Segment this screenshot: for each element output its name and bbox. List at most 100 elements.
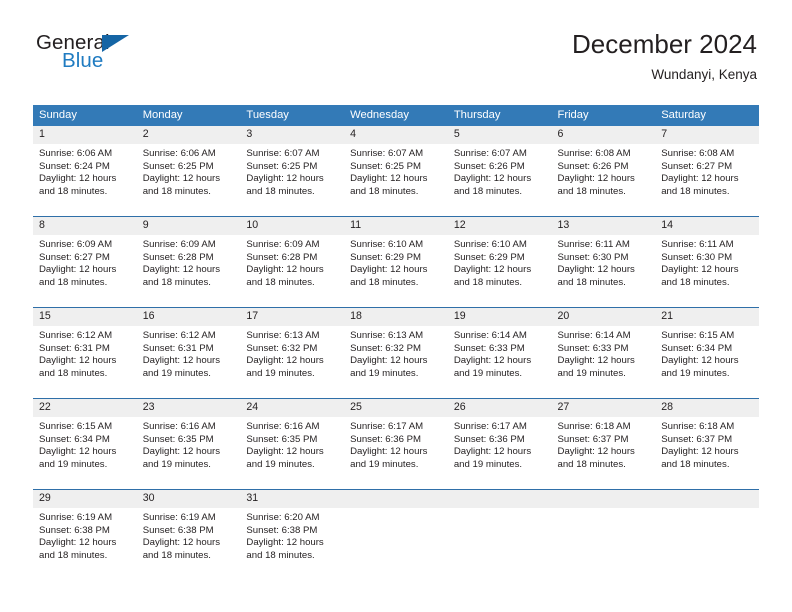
day-cell[interactable]: 26 Sunrise: 6:17 AM Sunset: 6:36 PM Dayl…	[447, 398, 552, 490]
day-cell[interactable]: 5 Sunrise: 6:07 AM Sunset: 6:26 PM Dayli…	[447, 126, 552, 217]
week-row: 22 Sunrise: 6:15 AM Sunset: 6:34 PM Dayl…	[33, 398, 759, 490]
day-cell[interactable]: 25 Sunrise: 6:17 AM Sunset: 6:36 PM Dayl…	[344, 398, 448, 490]
week-row: 8 Sunrise: 6:09 AM Sunset: 6:27 PM Dayli…	[33, 216, 759, 308]
sunrise-text: Sunrise: 6:17 AM	[453, 421, 527, 432]
sunset-text: Sunset: 6:34 PM	[39, 433, 110, 445]
sunset-text: Sunset: 6:38 PM	[246, 524, 318, 536]
day-cell[interactable]: 13 Sunrise: 6:11 AM Sunset: 6:30 PM Dayl…	[551, 216, 656, 308]
calendar-table: Sunday Monday Tuesday Wednesday Thursday…	[33, 105, 759, 580]
day-details: Sunrise: 6:20 AM Sunset: 6:38 PM Dayligh…	[240, 508, 344, 562]
day-details: Sunrise: 6:18 AM Sunset: 6:37 PM Dayligh…	[655, 417, 759, 471]
sunrise-text: Sunrise: 6:10 AM	[350, 239, 424, 250]
day-cell[interactable]: 27 Sunrise: 6:18 AM Sunset: 6:37 PM Dayl…	[551, 398, 656, 490]
day-cell[interactable]: 12 Sunrise: 6:10 AM Sunset: 6:29 PM Dayl…	[447, 216, 552, 308]
weekday-header-saturday: Saturday	[655, 105, 759, 126]
day-cell[interactable]: 22 Sunrise: 6:15 AM Sunset: 6:34 PM Dayl…	[33, 398, 137, 490]
day-cell[interactable]: 10 Sunrise: 6:09 AM Sunset: 6:28 PM Dayl…	[240, 216, 345, 308]
sunrise-text: Sunrise: 6:20 AM	[246, 512, 320, 523]
daylight-text-line1: Daylight: 12 hours	[557, 173, 635, 185]
daylight-text-line2: and 18 minutes.	[39, 276, 108, 288]
day-details: Sunrise: 6:10 AM Sunset: 6:29 PM Dayligh…	[344, 235, 448, 289]
sunset-text: Sunset: 6:25 PM	[142, 160, 214, 172]
daylight-text-line2: and 18 minutes.	[246, 276, 315, 288]
sunrise-text: Sunrise: 6:11 AM	[557, 239, 630, 250]
day-cell[interactable]: 20 Sunrise: 6:14 AM Sunset: 6:33 PM Dayl…	[551, 307, 656, 399]
daylight-text-line2: and 18 minutes.	[246, 185, 315, 197]
daylight-text-line2: and 19 minutes.	[350, 458, 419, 470]
day-number: 17	[240, 308, 345, 326]
brand-logo[interactable]: General Blue	[36, 32, 236, 80]
sunset-text: Sunset: 6:28 PM	[246, 251, 318, 263]
weekday-header-wednesday: Wednesday	[344, 105, 448, 126]
day-cell[interactable]: 17 Sunrise: 6:13 AM Sunset: 6:32 PM Dayl…	[240, 307, 345, 399]
sunset-text: Sunset: 6:35 PM	[246, 433, 318, 445]
day-number: 22	[33, 399, 137, 417]
day-number: 20	[551, 308, 656, 326]
daylight-text-line1: Daylight: 12 hours	[142, 446, 221, 458]
day-cell[interactable]: 7 Sunrise: 6:08 AM Sunset: 6:27 PM Dayli…	[655, 126, 759, 217]
day-cell[interactable]: 28 Sunrise: 6:18 AM Sunset: 6:37 PM Dayl…	[655, 398, 759, 490]
day-number: 25	[344, 399, 448, 417]
sunset-text: Sunset: 6:24 PM	[39, 160, 110, 172]
sunrise-text: Sunrise: 6:15 AM	[661, 330, 735, 341]
sunset-text: Sunset: 6:34 PM	[661, 342, 733, 354]
day-cell[interactable]: 18 Sunrise: 6:13 AM Sunset: 6:32 PM Dayl…	[344, 307, 448, 399]
day-cell[interactable]: 4 Sunrise: 6:07 AM Sunset: 6:25 PM Dayli…	[344, 126, 448, 217]
day-details: Sunrise: 6:15 AM Sunset: 6:34 PM Dayligh…	[655, 326, 759, 380]
day-cell-empty	[447, 489, 552, 580]
day-details: Sunrise: 6:13 AM Sunset: 6:32 PM Dayligh…	[240, 326, 344, 380]
daylight-text-line2: and 19 minutes.	[246, 367, 315, 379]
day-cell[interactable]: 2 Sunrise: 6:06 AM Sunset: 6:25 PM Dayli…	[136, 126, 241, 217]
day-number: 12	[447, 217, 552, 235]
day-number: 29	[33, 490, 137, 508]
day-cell[interactable]: 8 Sunrise: 6:09 AM Sunset: 6:27 PM Dayli…	[33, 216, 137, 308]
daylight-text-line2: and 19 minutes.	[39, 458, 108, 470]
day-details: Sunrise: 6:13 AM Sunset: 6:32 PM Dayligh…	[344, 326, 448, 380]
daylight-text-line2: and 19 minutes.	[453, 458, 523, 470]
day-details: Sunrise: 6:07 AM Sunset: 6:25 PM Dayligh…	[344, 144, 448, 198]
sunset-text: Sunset: 6:26 PM	[453, 160, 525, 172]
day-number: 1	[33, 126, 137, 144]
day-cell[interactable]: 23 Sunrise: 6:16 AM Sunset: 6:35 PM Dayl…	[136, 398, 241, 490]
day-cell[interactable]: 31 Sunrise: 6:20 AM Sunset: 6:38 PM Dayl…	[240, 489, 345, 580]
day-number: 11	[344, 217, 448, 235]
day-cell[interactable]: 1 Sunrise: 6:06 AM Sunset: 6:24 PM Dayli…	[33, 126, 137, 217]
sunrise-text: Sunrise: 6:18 AM	[661, 421, 735, 432]
weekday-header-sunday: Sunday	[33, 105, 137, 126]
weekday-header-thursday: Thursday	[447, 105, 552, 126]
daylight-text-line1: Daylight: 12 hours	[246, 537, 324, 549]
day-cell[interactable]: 24 Sunrise: 6:16 AM Sunset: 6:35 PM Dayl…	[240, 398, 345, 490]
day-cell[interactable]: 30 Sunrise: 6:19 AM Sunset: 6:38 PM Dayl…	[136, 489, 241, 580]
day-cell[interactable]: 21 Sunrise: 6:15 AM Sunset: 6:34 PM Dayl…	[655, 307, 759, 399]
daylight-text-line2: and 18 minutes.	[142, 549, 211, 561]
day-cell[interactable]: 15 Sunrise: 6:12 AM Sunset: 6:31 PM Dayl…	[33, 307, 137, 399]
daylight-text-line2: and 18 minutes.	[142, 276, 211, 288]
sunset-text: Sunset: 6:26 PM	[557, 160, 629, 172]
week-row: 15 Sunrise: 6:12 AM Sunset: 6:31 PM Dayl…	[33, 307, 759, 399]
daylight-text-line1: Daylight: 12 hours	[453, 355, 532, 367]
daylight-text-line1: Daylight: 12 hours	[661, 173, 739, 185]
daylight-text-line2: and 18 minutes.	[246, 549, 315, 561]
day-details: Sunrise: 6:09 AM Sunset: 6:27 PM Dayligh…	[33, 235, 137, 289]
day-cell[interactable]: 14 Sunrise: 6:11 AM Sunset: 6:30 PM Dayl…	[655, 216, 759, 308]
day-cell[interactable]: 29 Sunrise: 6:19 AM Sunset: 6:38 PM Dayl…	[33, 489, 137, 580]
day-cell[interactable]: 3 Sunrise: 6:07 AM Sunset: 6:25 PM Dayli…	[240, 126, 345, 217]
sunrise-text: Sunrise: 6:19 AM	[142, 512, 216, 523]
day-details: Sunrise: 6:06 AM Sunset: 6:24 PM Dayligh…	[33, 144, 137, 198]
day-cell[interactable]: 16 Sunrise: 6:12 AM Sunset: 6:31 PM Dayl…	[136, 307, 241, 399]
daylight-text-line2: and 18 minutes.	[39, 185, 108, 197]
day-cell[interactable]: 9 Sunrise: 6:09 AM Sunset: 6:28 PM Dayli…	[136, 216, 241, 308]
day-cell[interactable]: 6 Sunrise: 6:08 AM Sunset: 6:26 PM Dayli…	[551, 126, 656, 217]
day-cell[interactable]: 11 Sunrise: 6:10 AM Sunset: 6:29 PM Dayl…	[344, 216, 448, 308]
sunrise-text: Sunrise: 6:09 AM	[246, 239, 320, 250]
daylight-text-line2: and 18 minutes.	[557, 276, 626, 288]
daylight-text-line2: and 19 minutes.	[350, 367, 419, 379]
daylight-text-line2: and 19 minutes.	[142, 458, 211, 470]
day-cell[interactable]: 19 Sunrise: 6:14 AM Sunset: 6:33 PM Dayl…	[447, 307, 552, 399]
weekday-header-row: Sunday Monday Tuesday Wednesday Thursday…	[33, 105, 759, 126]
sunset-text: Sunset: 6:30 PM	[661, 251, 733, 263]
day-details: Sunrise: 6:07 AM Sunset: 6:26 PM Dayligh…	[448, 144, 552, 198]
sunset-text: Sunset: 6:27 PM	[661, 160, 733, 172]
day-number: 16	[136, 308, 241, 326]
day-details: Sunrise: 6:14 AM Sunset: 6:33 PM Dayligh…	[448, 326, 552, 380]
